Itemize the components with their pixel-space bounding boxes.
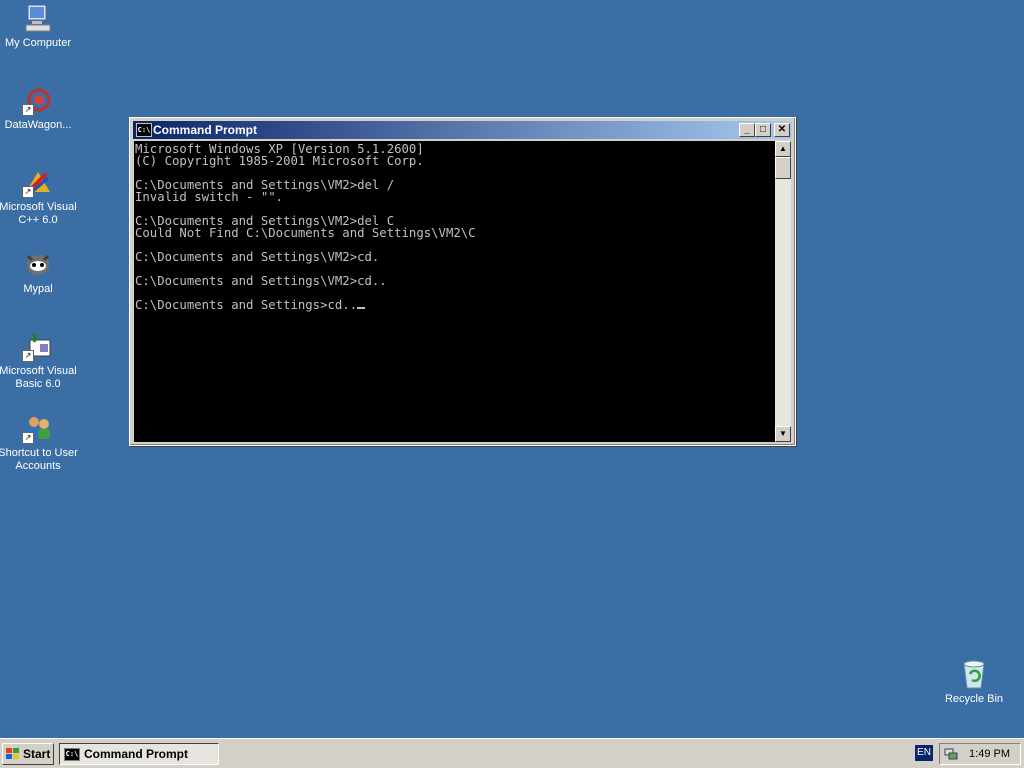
- close-button[interactable]: ✕: [774, 123, 790, 137]
- vertical-scrollbar[interactable]: ▲ ▼: [775, 141, 791, 442]
- taskbar-button-label: Command Prompt: [84, 747, 189, 761]
- scroll-thumb[interactable]: [775, 157, 791, 179]
- text-cursor: [357, 307, 366, 309]
- start-button[interactable]: Start: [2, 743, 54, 765]
- network-icon[interactable]: [944, 747, 958, 761]
- desktop-icon-my-computer[interactable]: My Computer: [0, 2, 78, 50]
- datawagon-icon: ↗: [22, 84, 54, 116]
- console-line: C:\Documents and Settings\VM2>cd..: [135, 274, 387, 288]
- command-prompt-window[interactable]: C:\ Command Prompt _ □ ✕ Microsoft Windo…: [129, 117, 796, 446]
- window-title: Command Prompt: [153, 123, 258, 137]
- visual-cpp-icon: ↗: [22, 166, 54, 198]
- visual-basic-icon: ↗: [22, 330, 54, 362]
- taskbar: Start C:\ Command Prompt EN 1:49 PM: [0, 738, 1024, 768]
- language-indicator[interactable]: EN: [915, 745, 933, 761]
- user-accounts-icon: ↗: [22, 412, 54, 444]
- desktop-icon-recycle-bin[interactable]: Recycle Bin: [934, 658, 1014, 706]
- windows-flag-icon: [6, 748, 19, 759]
- minimize-icon: _: [744, 124, 750, 135]
- minimize-button[interactable]: _: [739, 123, 755, 137]
- mypal-icon: [22, 248, 54, 280]
- system-tray: 1:49 PM: [939, 743, 1021, 765]
- shortcut-arrow-icon: ↗: [22, 350, 34, 362]
- recycle-bin-icon: [958, 658, 990, 690]
- console-line: Could Not Find C:\Documents and Settings…: [135, 226, 476, 240]
- command-prompt-icon: C:\: [64, 748, 80, 761]
- maximize-icon: □: [759, 124, 767, 135]
- start-label: Start: [23, 747, 51, 761]
- desktop-icon-visual-cpp[interactable]: ↗ Microsoft Visual C++ 6.0: [0, 166, 78, 227]
- console-line: Invalid switch - "".: [135, 190, 284, 204]
- scroll-up-button[interactable]: ▲: [775, 141, 791, 157]
- desktop-icon-label: Recycle Bin: [944, 693, 1004, 705]
- my-computer-icon: [22, 2, 54, 34]
- clock[interactable]: 1:49 PM: [969, 744, 1010, 764]
- shortcut-arrow-icon: ↗: [22, 186, 34, 198]
- desktop-icon-label: My Computer: [4, 37, 72, 49]
- console-line: C:\Documents and Settings>cd..: [135, 299, 774, 311]
- console-output[interactable]: Microsoft Windows XP [Version 5.1.2600](…: [134, 141, 775, 442]
- desktop-icon-mypal[interactable]: Mypal: [0, 248, 78, 296]
- desktop-icon-label: Shortcut to User Accounts: [0, 447, 78, 472]
- desktop-icon-visual-basic[interactable]: ↗ Microsoft Visual Basic 6.0: [0, 330, 78, 391]
- desktop-icon-label: Microsoft Visual Basic 6.0: [0, 365, 77, 390]
- shortcut-arrow-icon: ↗: [22, 432, 34, 444]
- taskbar-button-command-prompt[interactable]: C:\ Command Prompt: [59, 743, 219, 765]
- console-line: C:\Documents and Settings\VM2>cd.: [135, 250, 380, 264]
- shortcut-arrow-icon: ↗: [22, 104, 34, 116]
- command-prompt-icon: C:\: [136, 123, 152, 137]
- desktop-icon-label: Mypal: [23, 283, 53, 295]
- console-line: (C) Copyright 1985-2001 Microsoft Corp.: [135, 154, 424, 168]
- desktop-icon-user-accounts[interactable]: ↗ Shortcut to User Accounts: [0, 412, 78, 473]
- close-icon: ✕: [777, 124, 787, 135]
- desktop-icon-label: Microsoft Visual C++ 6.0: [0, 201, 77, 226]
- window-titlebar[interactable]: C:\ Command Prompt _ □ ✕: [133, 121, 792, 139]
- maximize-button[interactable]: □: [755, 123, 771, 137]
- desktop-icon-label: DataWagon...: [4, 119, 72, 131]
- desktop-icon-datawagon[interactable]: ↗ DataWagon...: [0, 84, 78, 132]
- scroll-down-button[interactable]: ▼: [775, 426, 791, 442]
